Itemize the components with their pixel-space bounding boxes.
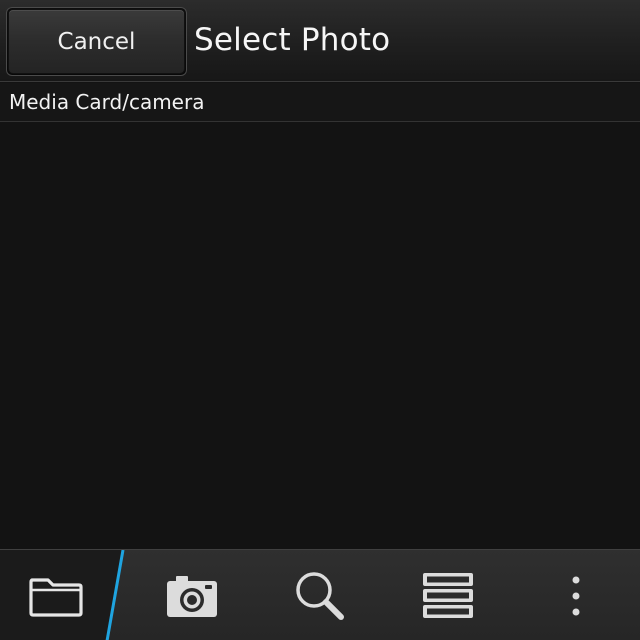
camera-button[interactable]: [156, 550, 228, 640]
camera-icon: [167, 575, 217, 617]
overflow-menu-button[interactable]: [556, 550, 596, 640]
search-icon: [296, 571, 344, 620]
action-bar: [0, 549, 640, 640]
overflow-menu-icon: [572, 576, 580, 615]
cancel-button-label: Cancel: [9, 10, 184, 73]
page-title: Select Photo: [194, 22, 391, 58]
cancel-button[interactable]: Cancel: [6, 7, 187, 76]
folder-icon: [29, 577, 83, 617]
title-bar: Cancel Select Photo: [0, 0, 640, 82]
list-view-button[interactable]: [412, 550, 484, 640]
search-button[interactable]: [284, 550, 356, 640]
select-photo-screen: Cancel Select Photo Media Card/camera: [0, 0, 640, 640]
file-list-area[interactable]: [0, 123, 640, 549]
list-view-icon: [423, 572, 473, 618]
folder-button[interactable]: [20, 550, 92, 640]
current-path: Media Card/camera: [9, 90, 205, 114]
breadcrumb: Media Card/camera: [0, 83, 640, 122]
